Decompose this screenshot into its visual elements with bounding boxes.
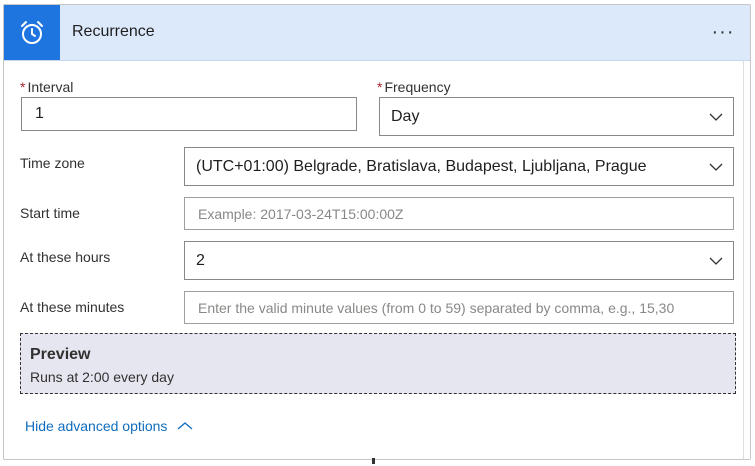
more-icon: ··· bbox=[711, 20, 735, 43]
scrollbar[interactable] bbox=[743, 61, 750, 459]
hours-label: At these hours bbox=[20, 249, 111, 265]
chevron-down-icon bbox=[709, 163, 723, 171]
recurrence-card: Recurrence ··· * Interval 1 * Frequency Da… bbox=[3, 4, 751, 460]
timezone-label: Time zone bbox=[20, 155, 85, 171]
connector-line bbox=[372, 458, 375, 464]
hours-value: 2 bbox=[196, 251, 205, 269]
hide-advanced-options-label: Hide advanced options bbox=[25, 418, 168, 434]
preview-panel: Preview Runs at 2:00 every day bbox=[20, 333, 736, 394]
minutes-label: At these minutes bbox=[20, 299, 125, 315]
required-mark: * bbox=[20, 79, 26, 95]
start-time-input[interactable]: Example: 2017-03-24T15:00:00Z bbox=[184, 197, 734, 230]
required-mark: * bbox=[377, 79, 383, 95]
hours-dropdown[interactable]: 2 bbox=[184, 241, 734, 280]
interval-input[interactable]: 1 bbox=[21, 97, 357, 131]
timezone-dropdown[interactable]: (UTC+01:00) Belgrade, Bratislava, Budape… bbox=[184, 147, 734, 186]
start-time-placeholder: Example: 2017-03-24T15:00:00Z bbox=[198, 205, 404, 222]
frequency-label-text: Frequency bbox=[384, 79, 451, 95]
interval-value: 1 bbox=[35, 105, 44, 122]
chevron-down-icon bbox=[709, 257, 723, 265]
more-options-button[interactable]: ··· bbox=[706, 17, 740, 47]
preview-title: Preview bbox=[30, 346, 91, 363]
minutes-input[interactable]: Enter the valid minute values (from 0 to… bbox=[184, 291, 734, 324]
interval-label-text: Interval bbox=[27, 79, 74, 95]
chevron-up-icon bbox=[178, 422, 193, 430]
card-title: Recurrence bbox=[72, 23, 155, 40]
frequency-dropdown[interactable]: Day bbox=[379, 97, 734, 136]
chevron-down-icon bbox=[709, 113, 723, 121]
interval-label: * Interval bbox=[20, 79, 73, 95]
card-header[interactable]: Recurrence ··· bbox=[4, 5, 750, 61]
frequency-value: Day bbox=[391, 107, 420, 125]
alarm-clock-icon bbox=[4, 5, 60, 60]
timezone-value: (UTC+01:00) Belgrade, Bratislava, Budape… bbox=[196, 157, 647, 175]
start-time-label: Start time bbox=[20, 205, 80, 221]
minutes-placeholder: Enter the valid minute values (from 0 to… bbox=[198, 299, 675, 316]
preview-text: Runs at 2:00 every day bbox=[30, 369, 174, 385]
hide-advanced-options-link[interactable]: Hide advanced options bbox=[25, 418, 193, 434]
frequency-label: * Frequency bbox=[377, 79, 451, 95]
